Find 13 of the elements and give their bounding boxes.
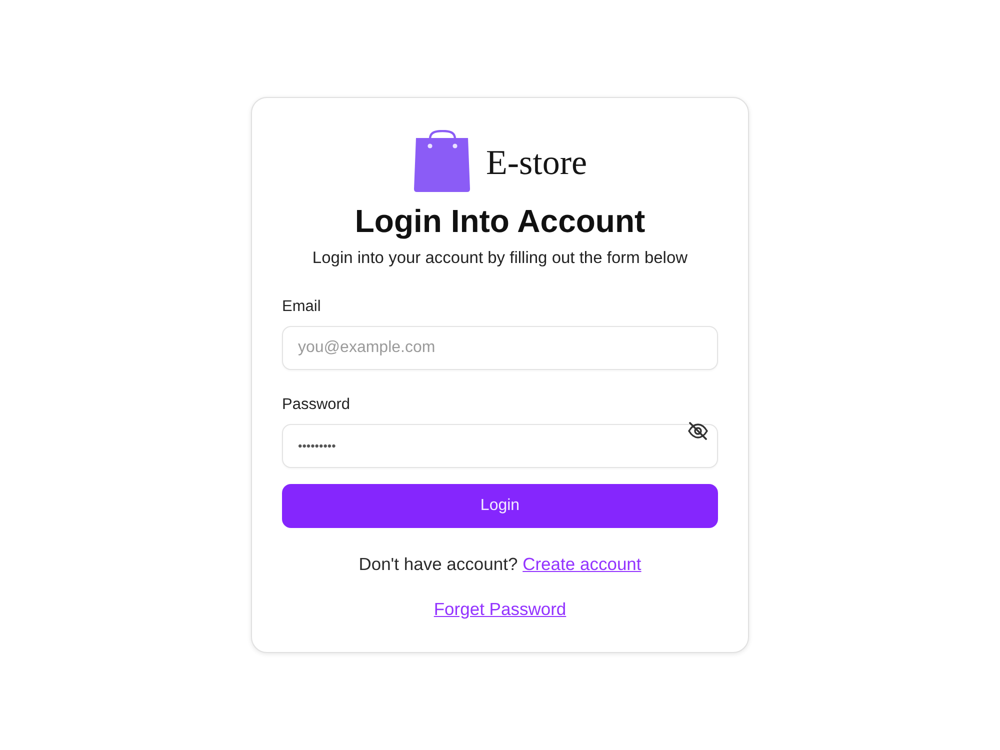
email-field[interactable]: you@example.com [282,326,718,370]
create-account-link[interactable]: Create account [522,554,642,574]
brand-name: E-store [486,142,588,183]
field-label: Password [282,395,352,415]
eye-slash-icon[interactable] [687,422,709,440]
signup-prompt: Don't have account? Create account [358,553,642,576]
password-field[interactable]: ••••••••• [282,424,718,468]
forgot-password-link[interactable]: Forget Password [434,599,566,619]
field-label: Email [282,297,322,317]
login-button[interactable]: Login [282,484,718,528]
page-subtitle: Login into your account by filling out the form below [312,248,688,269]
shopping-bag-icon [412,130,471,192]
page-title: Login Into Account [354,202,646,241]
